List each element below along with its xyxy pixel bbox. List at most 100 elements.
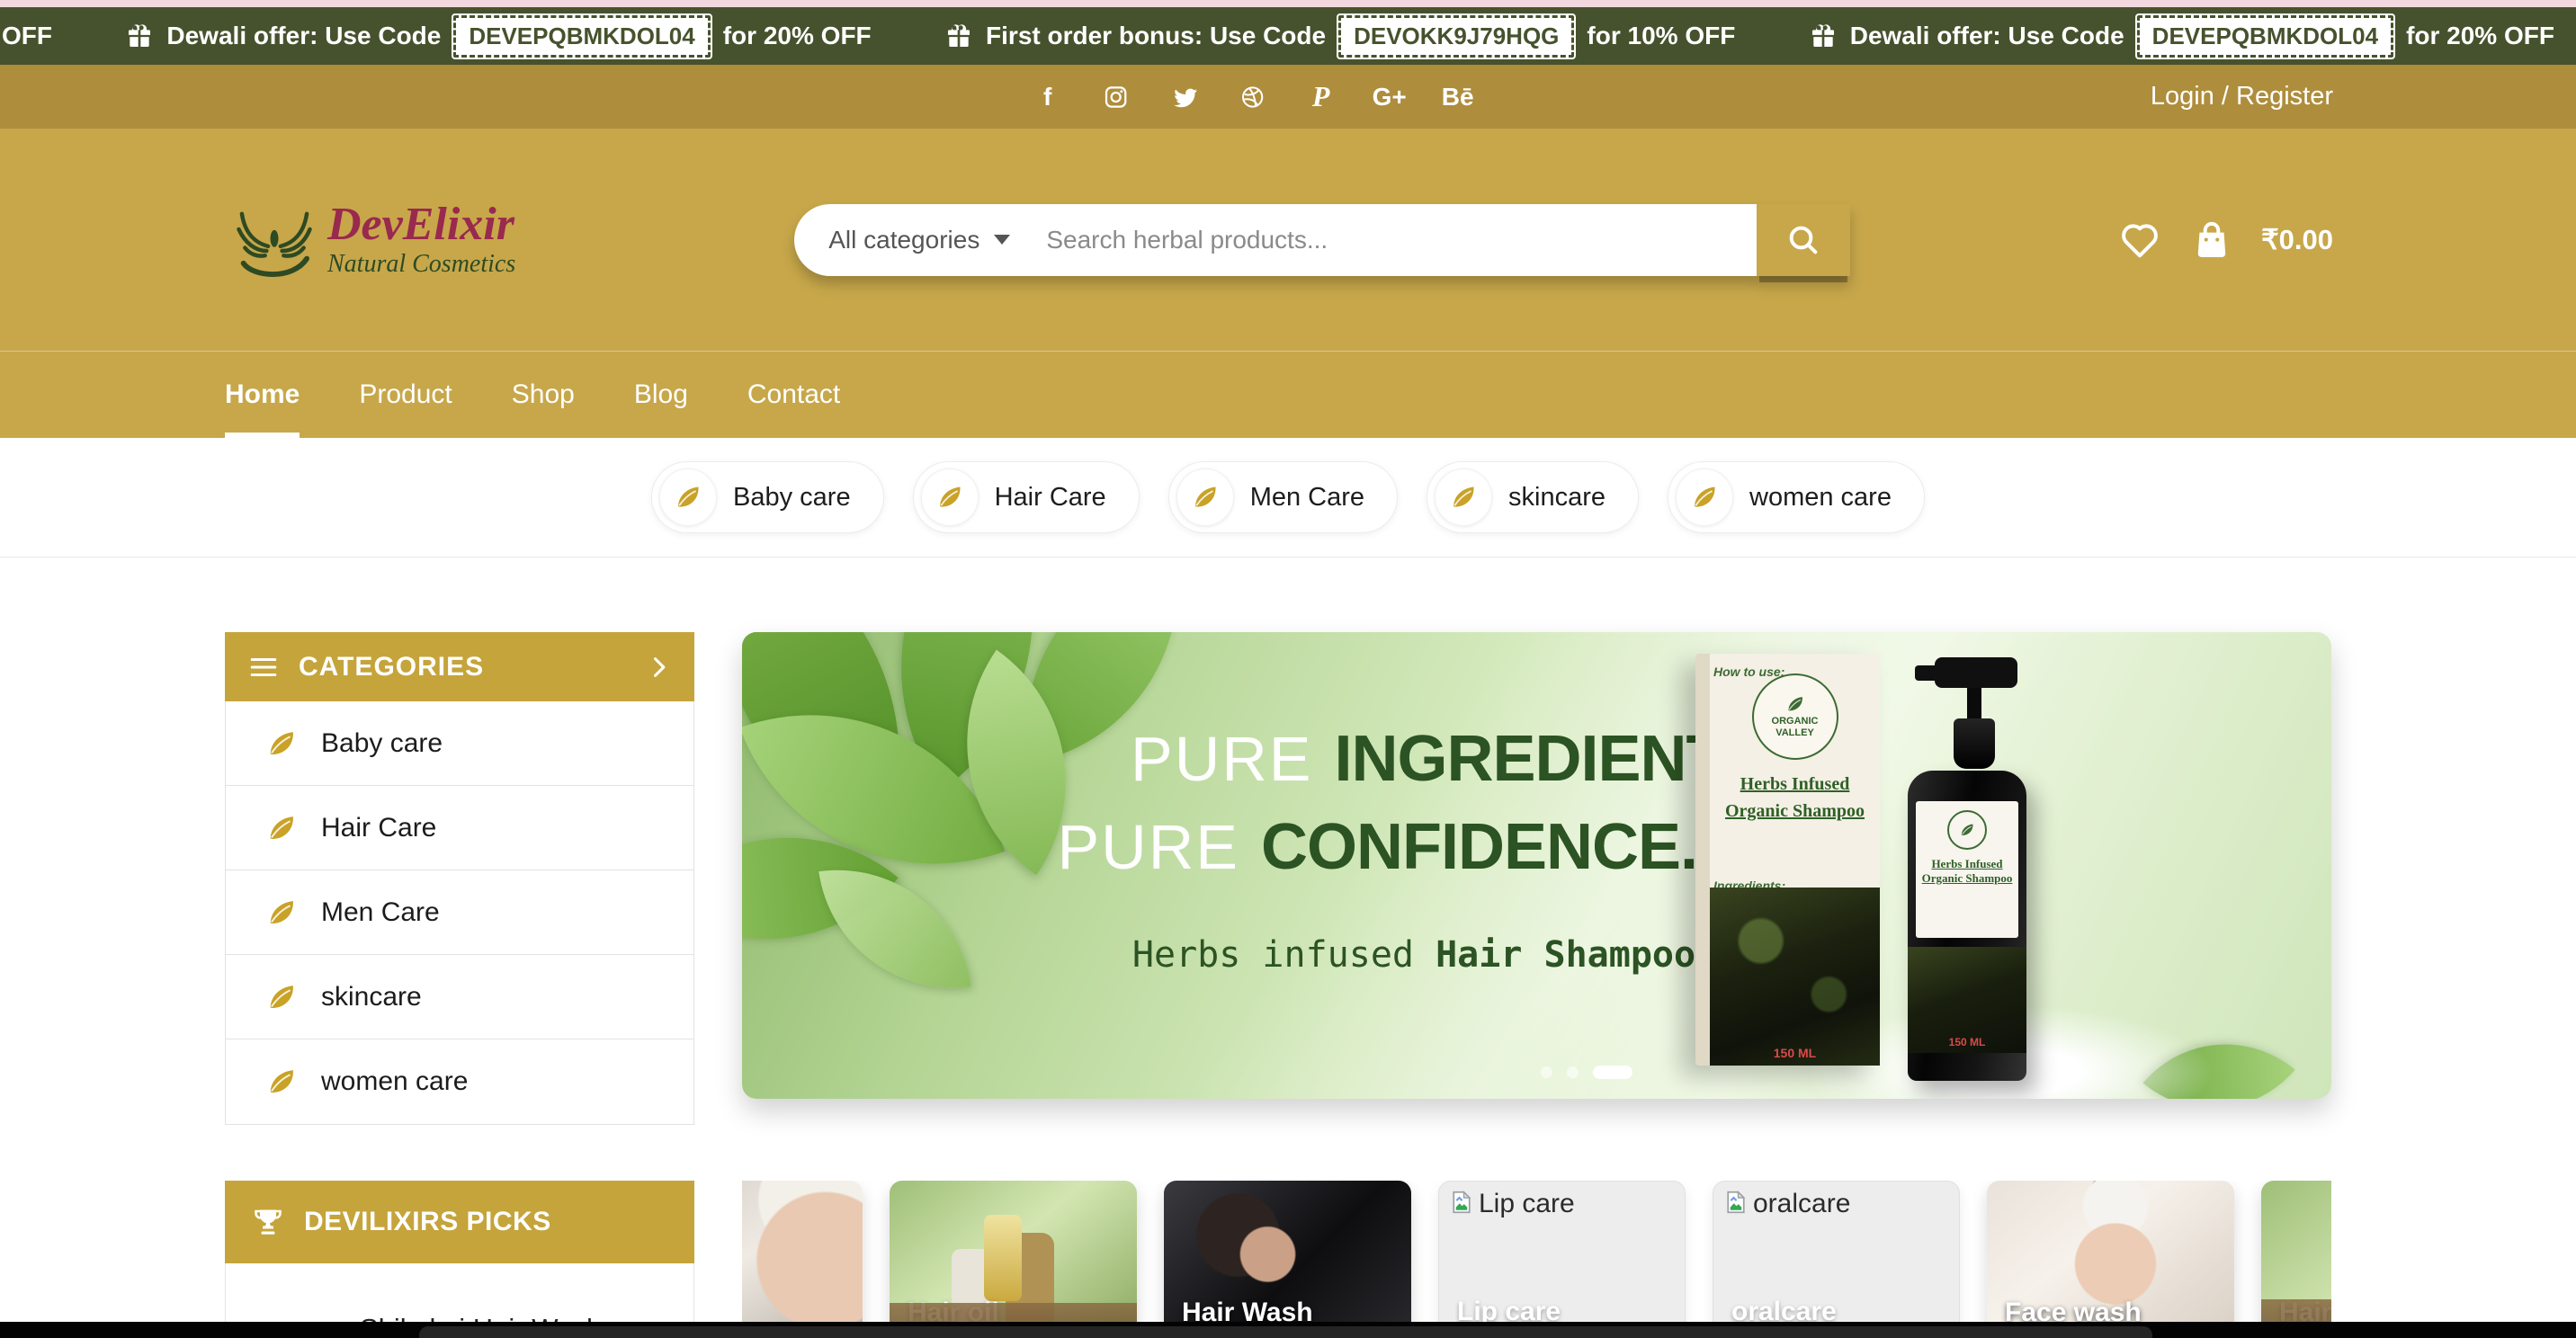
gift-icon	[944, 22, 973, 50]
category-cards-carousel: Hair oil Hair Wash Lip care Lip care	[742, 1181, 2331, 1338]
offer-code[interactable]: DEVEPQBMKDOL04	[453, 15, 710, 58]
wings-logo-icon	[225, 201, 324, 279]
trophy-icon	[252, 1206, 284, 1238]
carousel-dot-2[interactable]	[1567, 1066, 1579, 1078]
offer-code[interactable]: DEVEPQBMKDOL04	[2137, 15, 2393, 58]
chevron-down-icon	[994, 235, 1010, 245]
product-box-title1: Herbs Infused	[1710, 771, 1880, 798]
heart-icon	[2117, 218, 2162, 263]
nav-item-contact[interactable]: Contact	[747, 352, 840, 438]
sidebar-item-baby-care[interactable]: Baby care	[226, 701, 693, 786]
categories-sidebar: CATEGORIES Baby care Hair Care Men Care	[225, 632, 694, 1125]
devilixirs-picks-widget: DEVILIXIRS PICKS Shikakai Hair Washes Po…	[225, 1181, 694, 1338]
category-card-face-wash[interactable]: Face wash	[1987, 1181, 2234, 1338]
bottle-label: Herbs Infused Organic Shampoo	[1916, 801, 2018, 938]
nav-item-home[interactable]: Home	[225, 352, 300, 438]
search-input[interactable]	[1037, 204, 1757, 276]
facebook-icon[interactable]: f	[1032, 81, 1064, 113]
pinterest-icon[interactable]: P	[1305, 81, 1337, 113]
offer-item: Dewali offer: Use Code DEVEPQBMKDOL04 fo…	[1809, 15, 2554, 58]
search-category-dropdown[interactable]: All categories	[794, 204, 1037, 276]
sidebar-item-women-care[interactable]: women care	[226, 1039, 693, 1124]
category-card-partial-right[interactable]: Hair oil	[2261, 1181, 2331, 1338]
search-icon	[1785, 222, 1821, 258]
plant-icon	[1959, 822, 1975, 838]
categories-title: CATEGORIES	[299, 652, 484, 682]
offer-item: First order bonus: Use Code DEVOKK9J79HQ…	[944, 15, 1735, 58]
nav-item-blog[interactable]: Blog	[634, 352, 688, 438]
leaf-decoration	[742, 632, 962, 834]
sidebar-item-label: Men Care	[321, 897, 440, 928]
category-card-hair-wash[interactable]: Hair Wash	[1164, 1181, 1411, 1338]
nav-item-shop[interactable]: Shop	[512, 352, 575, 438]
hero-line2-bold: CONFIDENCE.	[1261, 810, 1697, 884]
pill-women-care[interactable]: women care	[1668, 461, 1925, 533]
header-actions: ₹0.00	[2117, 218, 2333, 263]
categories-header[interactable]: CATEGORIES	[225, 632, 694, 701]
instagram-icon[interactable]	[1100, 81, 1132, 113]
offer-partial-text: OFF	[0, 22, 52, 50]
leaf-icon	[265, 812, 298, 844]
site-logo[interactable]: DevElixir Natural Cosmetics	[225, 201, 515, 279]
nav-item-product[interactable]: Product	[359, 352, 452, 438]
offer-text: First order bonus: Use Code	[986, 22, 1326, 50]
sidebar-item-men-care[interactable]: Men Care	[226, 870, 693, 955]
product-box-howto: How to use:	[1713, 665, 1784, 679]
sidebar-item-hair-care[interactable]: Hair Care	[226, 786, 693, 870]
pill-label: Baby care	[733, 483, 851, 513]
leaf-icon	[265, 981, 298, 1013]
main-header: DevElixir Natural Cosmetics All categori…	[0, 129, 2576, 351]
behance-icon[interactable]: Bē	[1442, 81, 1474, 113]
pill-men-care[interactable]: Men Care	[1168, 461, 1398, 533]
hero-carousel[interactable]: PURE INGREDIENTS, PURE CONFIDENCE. Herbs…	[742, 632, 2331, 1099]
dribbble-icon[interactable]	[1237, 81, 1269, 113]
offer-code[interactable]: DEVOKK9J79HQG	[1338, 15, 1574, 58]
offer-marquee-bar: OFF Dewali offer: Use Code DEVEPQBMKDOL0…	[0, 7, 2576, 65]
hero-subtitle: Herbs infused Hair Shampoo	[1131, 934, 1697, 976]
gift-icon	[125, 22, 154, 50]
chevron-right-icon	[646, 655, 671, 680]
picks-header: DEVILIXIRS PICKS	[225, 1181, 694, 1263]
twitter-icon[interactable]	[1168, 81, 1201, 113]
leaf-icon	[1690, 483, 1719, 512]
product-box-photo: 150 ML	[1710, 888, 1880, 1066]
offer-text: Dewali offer: Use Code	[1850, 22, 2124, 50]
category-card-partial-left[interactable]	[742, 1181, 863, 1338]
search-button[interactable]	[1757, 204, 1850, 276]
category-card-hair-oil[interactable]: Hair oil	[890, 1181, 1137, 1338]
pill-baby-care[interactable]: Baby care	[651, 461, 884, 533]
search-bar: All categories	[794, 204, 1850, 276]
pill-hair-care[interactable]: Hair Care	[913, 461, 1140, 533]
leaf-icon	[265, 1066, 298, 1098]
offer-item: Dewali offer: Use Code DEVEPQBMKDOL04 fo…	[125, 15, 871, 58]
login-register-link[interactable]: Login / Register	[2151, 82, 2333, 112]
hero-headline: PURE INGREDIENTS, PURE CONFIDENCE. Herbs…	[1131, 722, 1697, 976]
cart-total: ₹0.00	[2261, 224, 2333, 256]
product-box: How to use: Ingredients: ORGANIC VALLEY …	[1695, 654, 1880, 1066]
logo-subtitle: Natural Cosmetics	[327, 250, 515, 279]
page-root: OFF Dewali offer: Use Code DEVEPQBMKDOL0…	[0, 0, 2576, 1338]
wishlist-button[interactable]	[2117, 218, 2162, 263]
pill-label: women care	[1749, 483, 1892, 513]
sidebar-item-skincare[interactable]: skincare	[226, 955, 693, 1039]
shampoo-bottle: Herbs Infused Organic Shampoo 150 ML	[1908, 657, 2026, 1081]
pump-head	[1935, 657, 2017, 688]
sidebar-item-label: Hair Care	[321, 813, 436, 843]
sidebar-item-label: skincare	[321, 982, 422, 1012]
google-plus-icon[interactable]: G+	[1373, 81, 1406, 113]
bottom-bar	[0, 1322, 2576, 1338]
product-box-title2: Organic Shampoo	[1710, 798, 1880, 825]
picks-title: DEVILIXIRS PICKS	[304, 1207, 551, 1237]
plant-icon	[1785, 694, 1805, 714]
gift-icon	[1809, 22, 1838, 50]
pill-skincare[interactable]: skincare	[1427, 461, 1639, 533]
category-card-lip-care[interactable]: Lip care Lip care	[1438, 1181, 1686, 1338]
pill-label: skincare	[1508, 483, 1606, 513]
cart-button[interactable]	[2189, 218, 2234, 263]
category-card-oralcare[interactable]: oralcare oralcare	[1713, 1181, 1960, 1338]
dock-bar	[419, 1326, 2152, 1338]
carousel-dot-3-active[interactable]	[1593, 1066, 1632, 1079]
sidebar-item-label: Baby care	[321, 728, 443, 759]
main-nav: Home Product Shop Blog Contact	[0, 351, 2576, 438]
carousel-dot-1[interactable]	[1541, 1066, 1552, 1078]
